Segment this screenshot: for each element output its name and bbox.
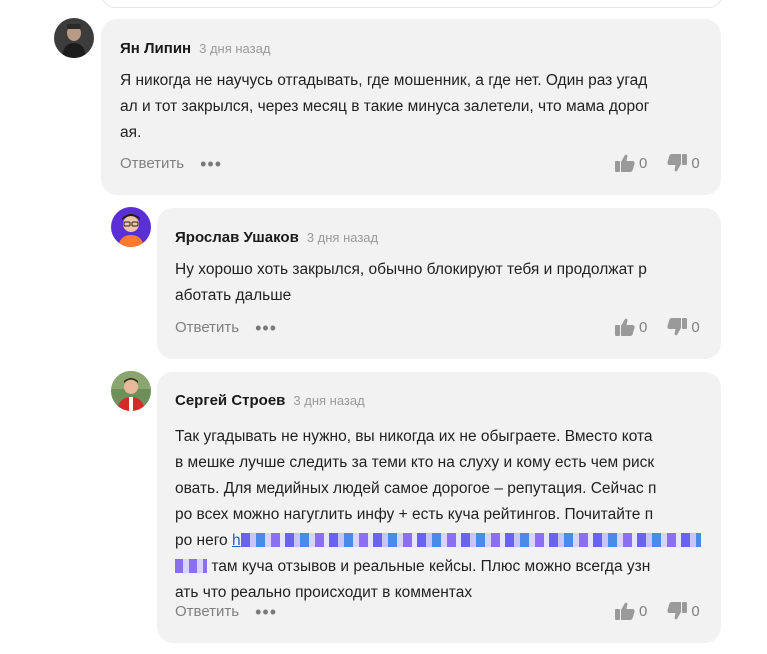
like-count: 0 [639, 602, 648, 620]
thumbs-up-icon [615, 154, 635, 172]
like-button[interactable]: 0 [615, 318, 647, 336]
author-name[interactable]: Ярослав Ушаков [175, 229, 299, 246]
avatar[interactable] [111, 371, 151, 411]
more-dots-icon[interactable]: ••• [255, 319, 277, 337]
more-dots-icon[interactable]: ••• [200, 155, 222, 173]
like-count: 0 [639, 154, 648, 172]
comment-card: Ян Липин 3 дня назад Я никогда не научус… [101, 19, 721, 195]
comment-card: Ярослав Ушаков 3 дня назад Ну хорошо хот… [157, 208, 721, 359]
comment-time[interactable]: 3 дня назад [307, 230, 378, 245]
thumbs-up-icon [615, 318, 635, 336]
link-blur [175, 559, 207, 573]
thumbs-down-icon [667, 318, 688, 336]
comment-time[interactable]: 3 дня назад [199, 41, 270, 56]
comment-card: Сергей Строев 3 дня назад Так угадывать … [157, 372, 721, 643]
avatar[interactable] [54, 18, 94, 58]
comment-text: Я никогда не научусь отгадывать, где мош… [120, 72, 650, 141]
avatar[interactable] [111, 207, 151, 247]
previous-comment-card [101, 0, 723, 8]
dislike-count: 0 [691, 154, 700, 172]
dislike-button[interactable]: 0 [667, 602, 700, 620]
comment-time[interactable]: 3 дня назад [293, 393, 364, 408]
like-button[interactable]: 0 [615, 154, 647, 172]
reply-button[interactable]: Ответить [175, 319, 239, 336]
more-dots-icon[interactable]: ••• [255, 603, 277, 621]
redacted-link[interactable]: h [232, 532, 701, 549]
reply-button[interactable]: Ответить [120, 155, 184, 172]
comment-text: Ну хорошо хоть закрылся, обычно блокирую… [175, 261, 647, 304]
dislike-count: 0 [691, 602, 700, 620]
like-count: 0 [639, 318, 648, 336]
thumbs-down-icon [667, 602, 688, 620]
thumbs-down-icon [667, 154, 688, 172]
link-blur [240, 533, 701, 547]
author-name[interactable]: Ян Липин [120, 40, 191, 57]
thumbs-up-icon [615, 602, 635, 620]
dislike-count: 0 [691, 318, 700, 336]
author-name[interactable]: Сергей Строев [175, 392, 285, 409]
reply-button[interactable]: Ответить [175, 603, 239, 620]
comment-text: Так угадывать не нужно, вы никогда их не… [175, 424, 701, 606]
dislike-button[interactable]: 0 [667, 154, 700, 172]
dislike-button[interactable]: 0 [667, 318, 700, 336]
like-button[interactable]: 0 [615, 602, 647, 620]
